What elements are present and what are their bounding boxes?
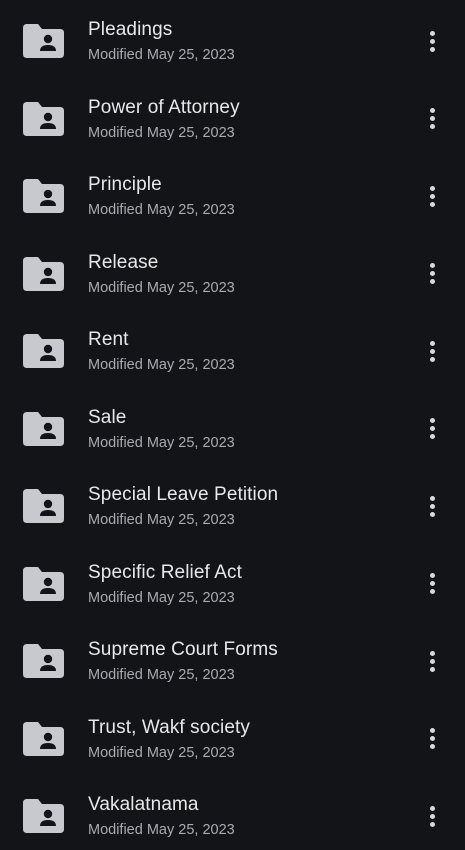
shared-folder-icon (23, 334, 64, 368)
folder-name: Rent (88, 329, 129, 350)
modified-date: Modified May 25, 2023 (88, 47, 235, 63)
shared-folder-icon (23, 256, 64, 291)
folder-name: Specific Relief Act (88, 561, 242, 583)
more-options-icon[interactable] (418, 644, 446, 678)
folder-row-release[interactable]: Release Modified May 25, 2023 (0, 233, 465, 311)
shared-folder-icon (23, 24, 64, 58)
modified-date: Modified May 25, 2023 (88, 434, 235, 451)
folder-row-supreme-court-forms[interactable]: Supreme Court Forms Modified May 25, 202… (0, 620, 465, 698)
folder-name: Pleadings (88, 19, 173, 40)
modified-date: Modified May 25, 2023 (88, 357, 235, 373)
more-options-icon[interactable] (418, 24, 446, 58)
shared-folder-icon (23, 179, 64, 213)
folder-row-rent[interactable]: Rent Modified May 25, 2023 (0, 310, 465, 388)
folder-name: Sale (88, 406, 127, 428)
folder-row-principle[interactable]: Principle Modified May 25, 2023 (0, 155, 465, 233)
folder-name: Trust, Wakf society (88, 716, 251, 738)
folder-name: Vakalatnama (88, 794, 199, 815)
modified-date: Modified May 25, 2023 (88, 589, 235, 606)
modified-date: Modified May 25, 2023 (88, 124, 235, 141)
shared-folder-icon (23, 799, 64, 833)
more-options-icon[interactable] (418, 412, 446, 446)
more-options-icon[interactable] (418, 489, 446, 523)
more-options-icon[interactable] (418, 799, 446, 833)
folder-name: Principle (88, 174, 162, 195)
folder-row-special-leave-petition[interactable]: Special Leave Petition Modified May 25, … (0, 465, 465, 543)
folder-name: Special Leave Petition (88, 484, 279, 505)
modified-date: Modified May 25, 2023 (88, 202, 235, 218)
shared-folder-icon (23, 411, 64, 446)
folder-row-trust-wakf-society[interactable]: Trust, Wakf society Modified May 25, 202… (0, 698, 465, 776)
more-options-icon[interactable] (418, 179, 446, 213)
modified-date: Modified May 25, 2023 (88, 279, 235, 296)
modified-date: Modified May 25, 2023 (88, 512, 235, 528)
more-options-icon[interactable] (418, 102, 446, 136)
more-options-icon[interactable] (418, 334, 446, 368)
folder-row-sale[interactable]: Sale Modified May 25, 2023 (0, 388, 465, 466)
shared-folder-icon (23, 489, 64, 523)
folder-row-vakalatnama[interactable]: Vakalatnama Modified May 25, 2023 (0, 775, 465, 850)
folder-row-specific-relief-act[interactable]: Specific Relief Act Modified May 25, 202… (0, 543, 465, 621)
modified-date: Modified May 25, 2023 (88, 667, 235, 683)
folder-row-power-of-attorney[interactable]: Power of Attorney Modified May 25, 2023 (0, 78, 465, 156)
more-options-icon[interactable] (418, 567, 446, 601)
shared-folder-icon (23, 101, 64, 136)
folder-row-pleadings[interactable]: Pleadings Modified May 25, 2023 (0, 0, 465, 78)
more-options-icon[interactable] (418, 722, 446, 756)
shared-folder-icon (23, 644, 64, 678)
more-options-icon[interactable] (418, 257, 446, 291)
modified-date: Modified May 25, 2023 (88, 822, 235, 838)
folder-name: Supreme Court Forms (88, 639, 278, 660)
folder-name: Power of Attorney (88, 96, 240, 118)
shared-folder-icon (23, 721, 64, 756)
folder-name: Release (88, 251, 159, 273)
modified-date: Modified May 25, 2023 (88, 744, 235, 761)
shared-folder-icon (23, 566, 64, 601)
